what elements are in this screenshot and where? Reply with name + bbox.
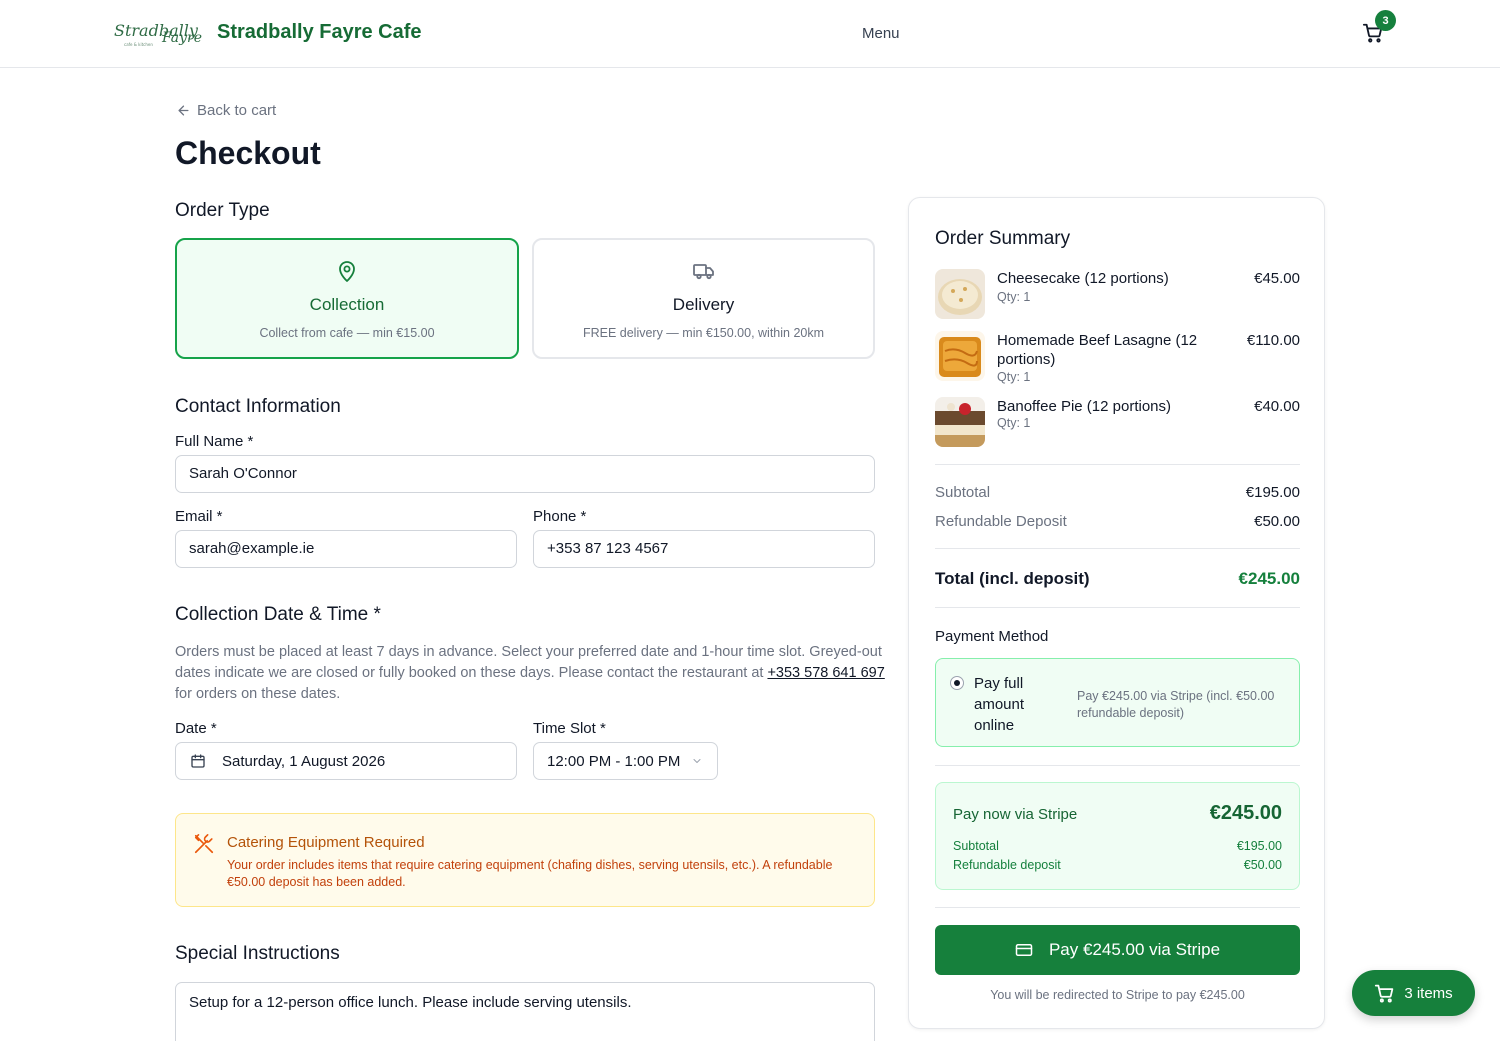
divider [935, 607, 1300, 608]
date-label: Date * [175, 720, 217, 737]
nav-menu-link[interactable]: Menu [862, 25, 900, 42]
divider [935, 548, 1300, 549]
item-price: €40.00 [1254, 398, 1300, 415]
item-qty: Qty: 1 [997, 290, 1031, 304]
subtotal-row: Subtotal €195.00 [935, 484, 1300, 501]
phone-label: Phone * [533, 508, 587, 525]
restaurant-phone-link[interactable]: +353 578 641 697 [767, 665, 884, 681]
subtotal-label: Subtotal [935, 484, 991, 501]
divider [935, 464, 1300, 465]
redirect-note: You will be redirected to Stripe to pay … [990, 988, 1245, 1002]
collection-subtitle: Collect from cafe — min €15.00 [259, 326, 435, 340]
logo[interactable]: Stradbally Fayre cafe & kitchen [112, 14, 204, 50]
pay-button-label: Pay €245.00 via Stripe [1048, 940, 1221, 959]
banoffee-pie-image [935, 397, 985, 447]
back-to-cart-label: Back to cart [197, 102, 277, 119]
catering-equipment-alert: Catering Equipment Required Your order i… [175, 813, 875, 907]
full-name-input[interactable]: Sarah O'Connor [175, 455, 875, 493]
order-type-delivery[interactable]: Delivery FREE delivery — min €150.00, wi… [532, 238, 875, 359]
stripe-deposit-label: Refundable deposit [953, 858, 1061, 872]
chevron-down-icon [693, 759, 701, 763]
brand-name[interactable]: Stradbally Fayre Cafe [217, 21, 422, 44]
item-name: Banoffee Pie (12 portions) [997, 398, 1172, 415]
pay-stripe-button[interactable]: Pay €245.00 via Stripe [935, 925, 1300, 975]
item-name: Homemade Beef Lasagne (12 portions) [997, 332, 1198, 368]
date-picker[interactable]: Saturday, 1 August 2026 [175, 742, 517, 780]
time-slot-value: 12:00 PM - 1:00 PM [547, 752, 681, 770]
arrow-left-icon [178, 105, 189, 116]
utensils-crossed-icon [194, 834, 214, 854]
stripe-summary-box: Pay now via Stripe €245.00 Subtotal €195… [935, 782, 1300, 890]
phone-input[interactable]: +353 87 123 4567 [533, 530, 875, 568]
cart-icon [1375, 984, 1394, 1003]
alert-title: Catering Equipment Required [227, 834, 425, 851]
divider [935, 907, 1300, 908]
deposit-row: Refundable Deposit €50.00 [935, 513, 1300, 530]
payment-option-desc: Pay €245.00 via Stripe (incl. €50.00 ref… [1077, 689, 1275, 720]
delivery-title: Delivery [672, 295, 735, 314]
deposit-value: €50.00 [1254, 513, 1300, 530]
date-value: Saturday, 1 August 2026 [222, 752, 386, 770]
email-label: Email * [175, 508, 223, 525]
payment-option-full[interactable]: Pay full amount online Pay €245.00 via S… [935, 658, 1300, 747]
time-slot-label: Time Slot * [533, 720, 606, 737]
deposit-label: Refundable Deposit [935, 513, 1067, 530]
email-input[interactable]: sarah@example.ie [175, 530, 517, 568]
stripe-subtotal-label: Subtotal [953, 839, 999, 853]
stripe-subtotal-row: Subtotal €195.00 [953, 839, 1282, 853]
cart-count-badge: 3 [1375, 10, 1396, 31]
divider [935, 765, 1300, 766]
item-price: €45.00 [1254, 270, 1300, 287]
truck-icon [692, 264, 714, 280]
stripe-subtotal-value: €195.00 [1236, 839, 1282, 853]
svg-text:cafe & kitchen: cafe & kitchen [124, 42, 153, 47]
total-label: Total (incl. deposit) [935, 569, 1090, 588]
svg-text:Fayre: Fayre [161, 30, 202, 46]
time-slot-select[interactable]: 12:00 PM - 1:00 PM [533, 742, 718, 780]
page-title: Checkout [175, 135, 321, 171]
item-qty: Qty: 1 [997, 370, 1031, 384]
payment-method-label: Payment Method [935, 628, 1049, 645]
cheesecake-image [935, 269, 985, 319]
stripe-deposit-row: Refundable deposit €50.00 [953, 858, 1282, 872]
back-to-cart-link[interactable]: Back to cart [176, 102, 276, 119]
delivery-subtitle: FREE delivery — min €150.00, within 20km [582, 326, 825, 340]
total-row: Total (incl. deposit) €245.00 [935, 569, 1300, 589]
contact-heading: Contact Information [175, 396, 341, 417]
order-type-heading: Order Type [175, 200, 270, 221]
full-name-label: Full Name * [175, 433, 254, 450]
floating-cart-label: 3 items [1404, 984, 1453, 1002]
floating-cart-button[interactable]: 3 items [1352, 970, 1475, 1016]
lasagne-image [935, 331, 985, 381]
item-name: Cheesecake (12 portions) [997, 270, 1169, 287]
subtotal-value: €195.00 [1245, 484, 1300, 501]
order-summary-panel: Order Summary Cheesecake (12 portions) Q… [908, 197, 1325, 1029]
total-value: €245.00 [1238, 569, 1300, 588]
collection-datetime-heading: Collection Date & Time * [175, 604, 381, 625]
special-instructions-textarea[interactable]: Setup for a 12-person office lunch. Plea… [175, 982, 875, 1041]
alert-text: Your order includes items that require c… [227, 858, 833, 889]
order-summary-title: Order Summary [935, 228, 1071, 249]
collection-help-text: Orders must be placed at least 7 days in… [175, 642, 885, 705]
payment-option-title: Pay full amount online [974, 675, 1025, 734]
stripe-amount: €245.00 [1209, 802, 1282, 824]
credit-card-icon [1015, 944, 1033, 956]
item-qty: Qty: 1 [997, 416, 1031, 430]
payment-radio[interactable] [950, 676, 964, 690]
collection-title: Collection [309, 295, 385, 314]
calendar-icon [191, 754, 205, 768]
stripe-deposit-value: €50.00 [1243, 858, 1282, 872]
help-text-end: for orders on these dates. [175, 686, 341, 702]
map-pin-icon [339, 261, 355, 282]
top-header: Stradbally Fayre cafe & kitchen Stradbal… [0, 0, 1500, 68]
special-instructions-heading: Special Instructions [175, 943, 340, 964]
stripe-title: Pay now via Stripe [953, 806, 1078, 823]
order-type-collection[interactable]: Collection Collect from cafe — min €15.0… [175, 238, 519, 359]
item-price: €110.00 [1246, 332, 1300, 349]
